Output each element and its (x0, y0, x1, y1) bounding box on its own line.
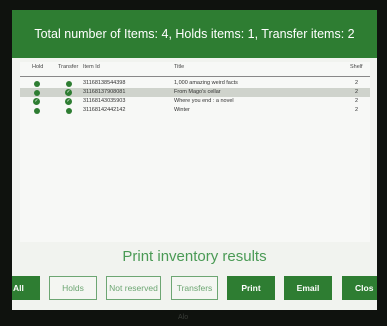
hold-check-icon: ✓ (33, 98, 40, 105)
not-reserved-button[interactable]: Not reserved (106, 276, 161, 300)
item-id: 31168143035903 (83, 98, 126, 104)
results-table: Hold Transfer Item Id Title Shelf 311681… (20, 62, 370, 242)
transfer-dot-icon (66, 107, 72, 114)
transfer-dot-icon (66, 80, 72, 87)
item-title: Winter (174, 107, 190, 113)
header-divider (20, 76, 370, 77)
item-id: 31168142442142 (83, 107, 126, 113)
item-shelf: 2 (355, 80, 359, 86)
summary-title: Total number of Items: 4, Holds items: 1… (34, 27, 355, 41)
item-id: 31168138544398 (83, 80, 126, 86)
table-row[interactable]: ✓ 31168137908081 From Mago's cellar 2 (20, 88, 370, 97)
item-shelf: 2 (355, 89, 359, 95)
email-button[interactable]: Email (284, 276, 332, 300)
col-shelf: Shelf (350, 64, 363, 70)
col-item-id: Item Id (83, 64, 100, 70)
kiosk-screen: Total number of Items: 4, Holds items: 1… (12, 10, 377, 310)
close-button[interactable]: Clos (342, 276, 377, 300)
all-button[interactable]: All (12, 276, 40, 300)
item-shelf: 2 (355, 107, 359, 113)
col-transfer: Transfer (58, 64, 79, 70)
print-button[interactable]: Print (227, 276, 275, 300)
item-shelf: 2 (355, 98, 359, 104)
item-title: From Mago's cellar (174, 89, 221, 95)
table-row[interactable]: 31168142442142 Winter 2 (20, 106, 370, 115)
print-inventory-title: Print inventory results (122, 248, 267, 265)
col-title: Title (174, 64, 185, 70)
table-row[interactable]: ✓ ✓ 31168143035903 Where you end : a nov… (20, 97, 370, 106)
holds-button[interactable]: Holds (49, 276, 97, 300)
summary-header: Total number of Items: 4, Holds items: 1… (12, 10, 377, 58)
hold-dot-icon (34, 89, 40, 96)
col-hold: Hold (32, 64, 44, 70)
transfers-button[interactable]: Transfers (171, 276, 218, 300)
item-title: 1,000 amazing weird facts (174, 80, 238, 86)
item-id: 31168137908081 (83, 89, 126, 95)
table-header: Hold Transfer Item Id Title Shelf (20, 64, 370, 74)
bezel-brand-label: Alo (178, 314, 189, 321)
table-row[interactable]: 31168138544398 1,000 amazing weird facts… (20, 79, 370, 88)
item-title: Where you end : a novel (174, 98, 234, 104)
hold-dot-icon (34, 80, 40, 87)
transfer-check-icon: ✓ (65, 89, 72, 96)
hold-dot-icon (34, 107, 40, 114)
transfer-check-icon: ✓ (65, 98, 72, 105)
